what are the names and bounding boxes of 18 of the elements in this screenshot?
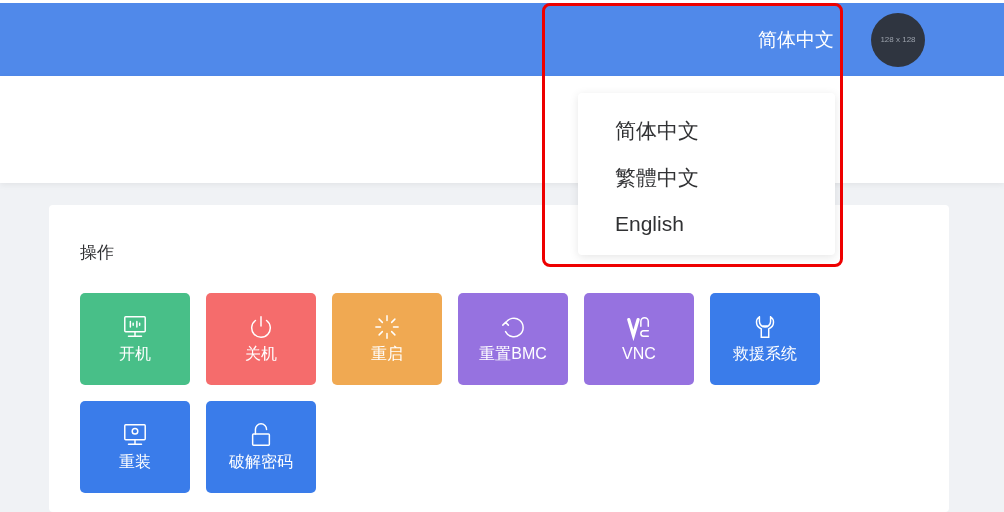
spinner-icon [374, 313, 400, 340]
menu-item[interactable]: English [578, 211, 835, 236]
vnc-icon [626, 315, 652, 341]
action-button[interactable]: 关机 [206, 293, 316, 385]
action-button[interactable]: 救援系统 [710, 293, 820, 385]
action-button[interactable]: 破解密码 [206, 401, 316, 493]
monitor-icon [122, 313, 148, 340]
action-button[interactable]: 重置BMC [458, 293, 568, 385]
menu-item[interactable]: 简体中文 [578, 116, 835, 145]
action-button[interactable]: 重装 [80, 401, 190, 493]
avatar[interactable]: 128 x 128 [871, 12, 925, 67]
menu-item[interactable]: 繁體中文 [578, 164, 835, 192]
language-selector[interactable]: 简体中文 [758, 26, 834, 53]
action-button[interactable]: 开机 [80, 293, 190, 385]
monitor-gear-icon [122, 421, 148, 448]
power-icon [248, 313, 274, 340]
section-title: 操作 [80, 242, 115, 264]
action-button[interactable]: VNC [584, 293, 694, 385]
